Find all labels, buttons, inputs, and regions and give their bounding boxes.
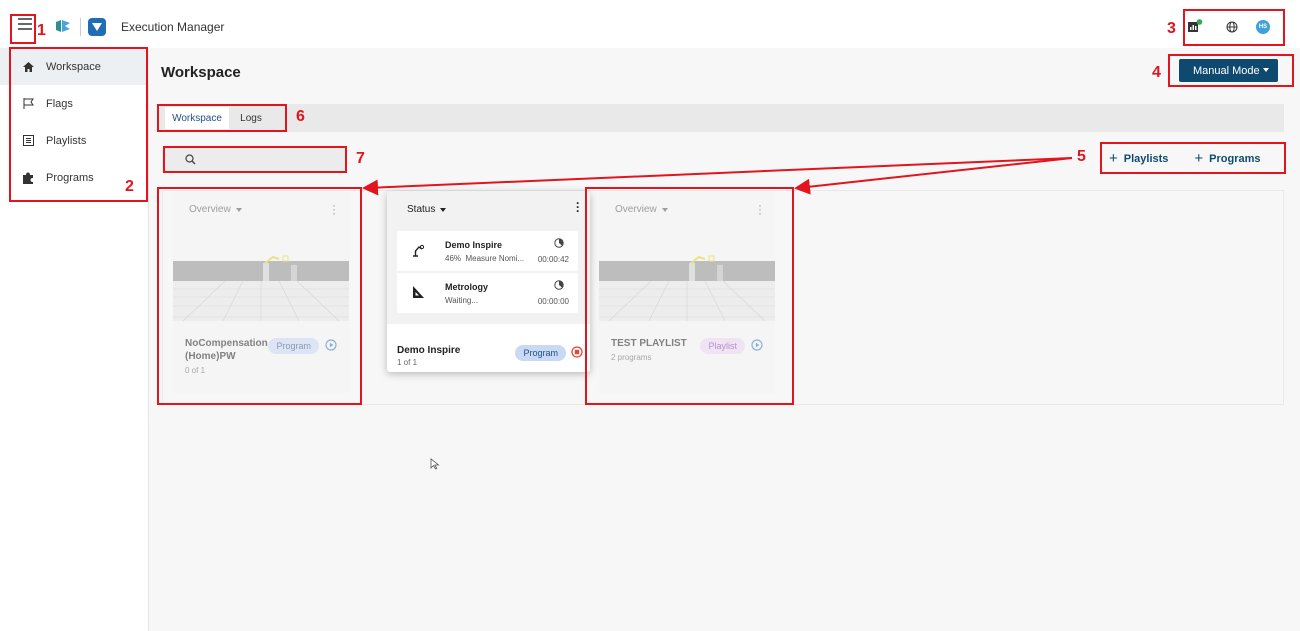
mouse-pointer-icon [430, 458, 440, 470]
annotation-arrows [362, 157, 1073, 196]
